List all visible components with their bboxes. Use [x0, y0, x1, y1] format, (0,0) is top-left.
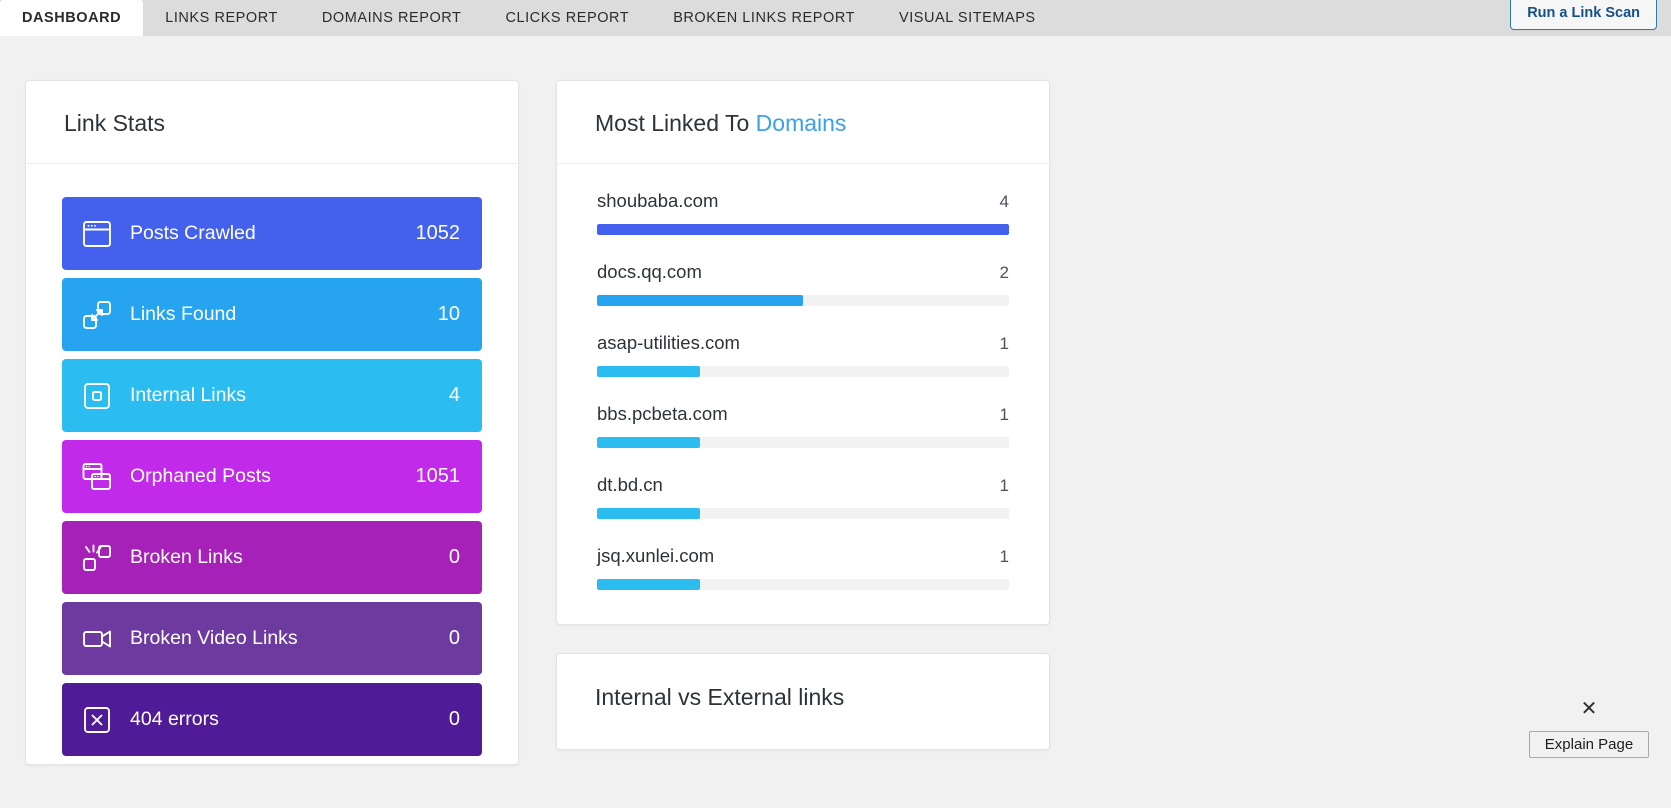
domain-bar-track	[597, 508, 1009, 519]
tab-visual-sitemaps[interactable]: VISUAL SITEMAPS	[877, 0, 1058, 36]
link-nodes-icon	[80, 298, 114, 332]
tab-domains-report[interactable]: DOMAINS REPORT	[300, 0, 484, 36]
domain-name: docs.qq.com	[597, 261, 702, 282]
link-stats-column: Link Stats Posts Crawled 1052 Links Found 1…	[25, 80, 519, 765]
link-stats-header: Link Stats	[26, 81, 518, 164]
domain-count: 1	[999, 334, 1009, 353]
tab-label: DASHBOARD	[22, 10, 122, 26]
explain-page-widget: ✕ Explain Page	[1529, 698, 1649, 758]
most-linked-title-main: Most Linked To	[595, 110, 750, 136]
tab-label: DOMAINS REPORT	[321, 10, 462, 26]
domain-row[interactable]: docs.qq.com 2	[597, 261, 1009, 306]
internal-vs-external-header: Internal vs External links	[557, 654, 1049, 749]
domain-row[interactable]: bbs.pcbeta.com 1	[597, 403, 1009, 448]
tab-dashboard[interactable]: DASHBOARD	[0, 0, 144, 36]
stat-label: Internal Links	[130, 384, 246, 406]
stat-label: Broken Links	[130, 546, 243, 568]
stat-row[interactable]: Internal Links 4	[62, 359, 482, 432]
domain-name: jsq.xunlei.com	[597, 545, 715, 566]
domain-row-top: docs.qq.com 2	[597, 261, 1009, 283]
domain-name: bbs.pcbeta.com	[597, 403, 728, 424]
domain-list: shoubaba.com 4 docs.qq.com 2 asap-utilities.…	[557, 164, 1049, 624]
stat-row[interactable]: Broken Video Links 0	[62, 602, 482, 675]
stat-label: Links Found	[130, 303, 237, 325]
domain-bar-fill	[597, 579, 700, 590]
domain-row-top: dt.bd.cn 1	[597, 474, 1009, 496]
tab-label: LINKS REPORT	[165, 10, 278, 26]
domain-row[interactable]: dt.bd.cn 1	[597, 474, 1009, 519]
stat-label: 404 errors	[130, 708, 219, 730]
tab-label: VISUAL SITEMAPS	[899, 10, 1036, 26]
main-tab-bar: DASHBOARD LINKS REPORT DOMAINS REPORT CL…	[0, 0, 1671, 36]
explain-page-button[interactable]: Explain Page	[1529, 731, 1649, 758]
domain-bar-track	[597, 579, 1009, 590]
domain-row-top: asap-utilities.com 1	[597, 332, 1009, 354]
run-link-scan-button[interactable]: Run a Link Scan	[1510, 0, 1657, 30]
domain-bar-track	[597, 366, 1009, 377]
stat-value: 0	[448, 546, 460, 568]
most-linked-column: Most Linked To Domains shoubaba.com 4 docs…	[556, 80, 1050, 750]
domain-row-top: shoubaba.com 4	[597, 190, 1009, 212]
most-linked-title: Most Linked To Domains	[595, 110, 1011, 137]
domain-count: 1	[999, 547, 1009, 566]
internal-vs-external-card: Internal vs External links	[556, 653, 1050, 750]
internal-vs-external-title: Internal vs External links	[595, 684, 845, 710]
domain-bar-track	[597, 295, 1009, 306]
most-linked-header: Most Linked To Domains	[557, 81, 1049, 164]
link-stats-card: Link Stats Posts Crawled 1052 Links Found 1…	[25, 80, 519, 765]
most-linked-title-accent[interactable]: Domains	[756, 110, 847, 136]
stat-value: 1051	[415, 465, 461, 487]
domain-bar-track	[597, 437, 1009, 448]
browser-window-icon	[80, 217, 114, 251]
domain-bar-track	[597, 224, 1009, 235]
stat-value: 10	[437, 303, 460, 325]
stat-value: 0	[448, 627, 460, 649]
domain-count: 2	[999, 263, 1009, 282]
tab-clicks-report[interactable]: CLICKS REPORT	[483, 0, 651, 36]
domain-count: 1	[999, 476, 1009, 495]
stat-label: Orphaned Posts	[130, 465, 271, 487]
domain-bar-fill	[597, 437, 700, 448]
link-stats-list: Posts Crawled 1052 Links Found 10 Internal L…	[26, 164, 518, 756]
stat-row[interactable]: Posts Crawled 1052	[62, 197, 482, 270]
domain-row-top: jsq.xunlei.com 1	[597, 545, 1009, 567]
domain-row-top: bbs.pcbeta.com 1	[597, 403, 1009, 425]
stacked-windows-icon	[80, 460, 114, 494]
domain-name: asap-utilities.com	[597, 332, 740, 353]
domain-name: dt.bd.cn	[597, 474, 663, 495]
domain-bar-fill	[597, 366, 700, 377]
video-camera-icon	[80, 622, 114, 656]
broken-link-icon	[80, 541, 114, 575]
domain-row[interactable]: asap-utilities.com 1	[597, 332, 1009, 377]
most-linked-domains-card: Most Linked To Domains shoubaba.com 4 docs…	[556, 80, 1050, 625]
domain-name: shoubaba.com	[597, 190, 719, 211]
link-stats-title: Link Stats	[64, 110, 165, 136]
dashboard-page: Link Stats Posts Crawled 1052 Links Found 1…	[0, 36, 1671, 808]
tab-label: BROKEN LINKS REPORT	[673, 10, 855, 26]
domain-count: 1	[999, 405, 1009, 424]
x-square-icon	[80, 703, 114, 737]
stat-value: 4	[448, 384, 460, 406]
stat-row[interactable]: Broken Links 0	[62, 521, 482, 594]
stat-label: Posts Crawled	[130, 222, 256, 244]
domain-bar-fill	[597, 508, 700, 519]
domain-row[interactable]: jsq.xunlei.com 1	[597, 545, 1009, 590]
domain-bar-fill	[597, 295, 803, 306]
stat-row[interactable]: Orphaned Posts 1051	[62, 440, 482, 513]
stat-value: 1052	[415, 222, 461, 244]
stat-value: 0	[448, 708, 460, 730]
dashboard-columns: Link Stats Posts Crawled 1052 Links Found 1…	[0, 80, 1671, 765]
tab-label: CLICKS REPORT	[505, 10, 630, 26]
domain-count: 4	[999, 192, 1009, 211]
close-icon[interactable]: ✕	[1529, 698, 1649, 718]
stat-row[interactable]: Links Found 10	[62, 278, 482, 351]
stat-label: Broken Video Links	[130, 627, 298, 649]
stat-row[interactable]: 404 errors 0	[62, 683, 482, 756]
square-inside-icon	[80, 379, 114, 413]
tab-broken-links-report[interactable]: BROKEN LINKS REPORT	[651, 0, 877, 36]
domain-row[interactable]: shoubaba.com 4	[597, 190, 1009, 235]
domain-bar-fill	[597, 224, 1009, 235]
tab-links-report[interactable]: LINKS REPORT	[143, 0, 300, 36]
